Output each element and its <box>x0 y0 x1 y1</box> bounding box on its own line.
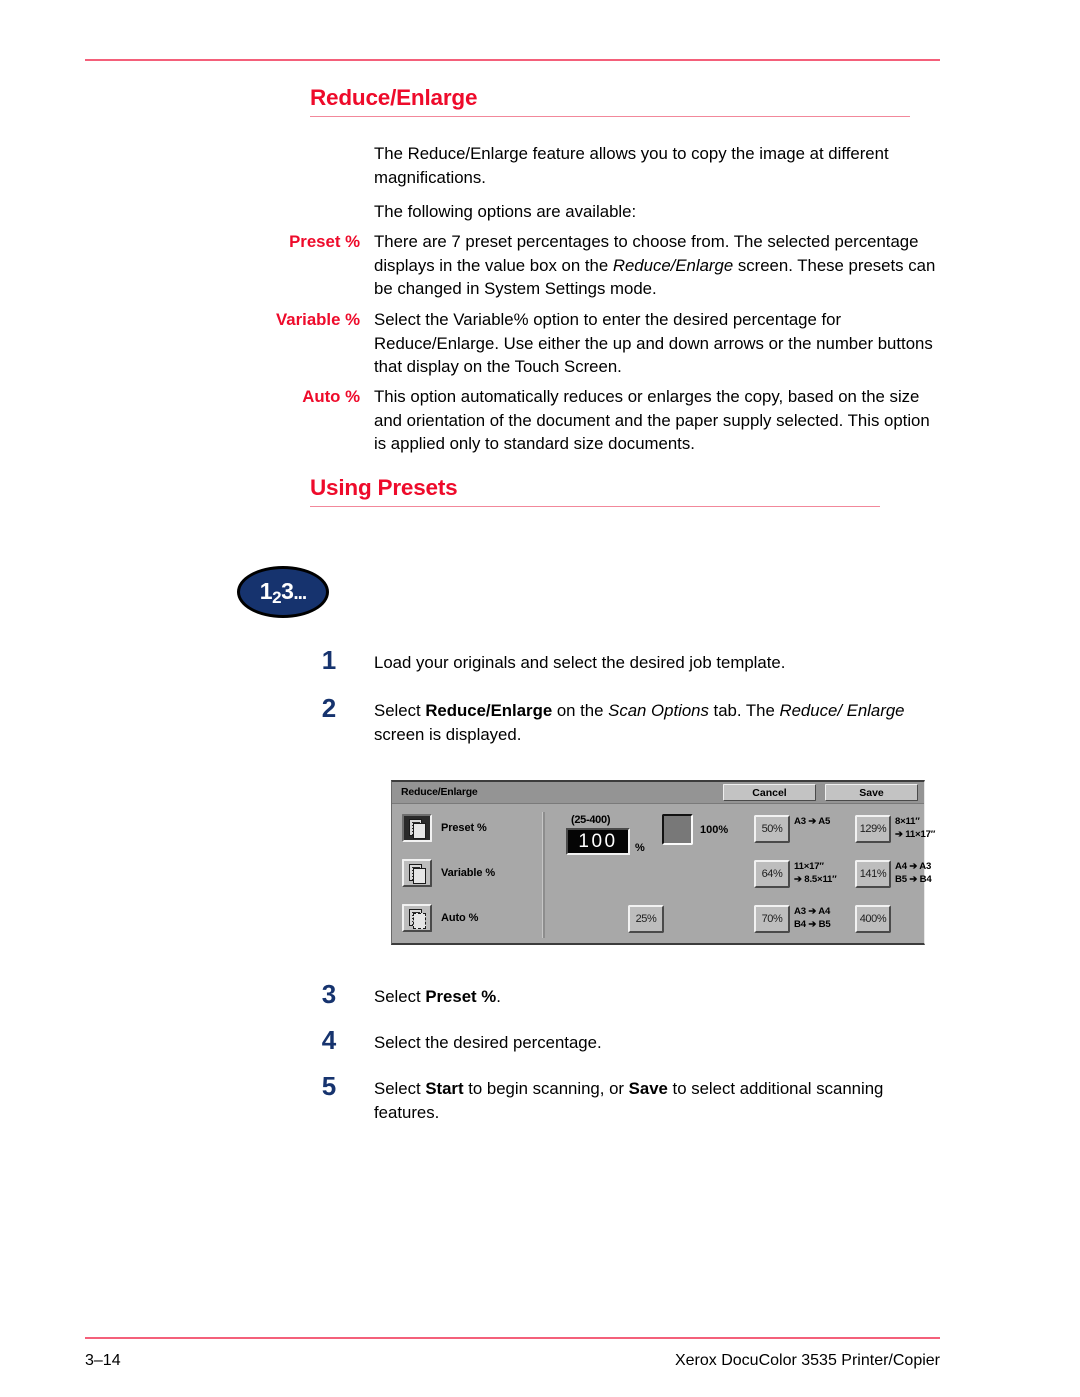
preset-400-button[interactable]: 400% <box>855 905 891 933</box>
value-range-label: (25-400) <box>571 814 611 826</box>
preset-100-percent-button[interactable] <box>662 814 693 845</box>
preset-141-ratio-line2: B5 ➔ B4 <box>895 873 932 885</box>
badge-digit-1: 1 <box>259 577 273 604</box>
badge-digit-2: 2 <box>272 587 282 607</box>
document-page: Reduce/Enlarge The Reduce/Enlarge featur… <box>0 0 1080 1397</box>
step-number-1: 1 <box>321 645 337 675</box>
option-desc-preset: There are 7 preset percentages to choose… <box>374 230 940 301</box>
option-term-auto: Auto % <box>302 387 360 406</box>
step-number-3: 3 <box>321 979 337 1009</box>
preset-64-ratio-line2: ➔ 8.5×11″ <box>794 873 837 885</box>
preset-70-ratio: A3 ➔ A4 B4 ➔ B5 <box>794 905 831 931</box>
preset-50-ratio: A3 ➔ A5 <box>794 815 830 829</box>
preset-64-button[interactable]: 64% <box>754 860 790 888</box>
option-desc-auto: This option automatically reduces or enl… <box>374 387 930 454</box>
preset-percent-icon <box>402 814 432 842</box>
procedure-badge-icon: 123... <box>237 566 329 618</box>
step-text-3: Select Preset %. <box>374 987 501 1006</box>
step-text-1: Load your originals and select the desir… <box>374 653 786 672</box>
heading-underline <box>310 115 910 118</box>
preset-25-group[interactable]: 25% <box>628 905 664 933</box>
heading-underline <box>310 505 880 508</box>
option-term-variable: Variable % <box>276 310 360 329</box>
step-text-2: Select Reduce/Enlarge on the Scan Option… <box>374 701 905 744</box>
option-desc-variable: Select the Variable% option to enter the… <box>374 310 933 377</box>
preset-64-group[interactable]: 64% 11×17″ ➔ 8.5×11″ <box>754 860 837 888</box>
preset-70-ratio-line1: A3 ➔ A4 <box>794 906 831 917</box>
percent-sign-label: % <box>635 842 645 854</box>
value-display-group: (25-400) 100 % <box>566 814 645 855</box>
step-number-5: 5 <box>321 1071 337 1101</box>
panel-body: Preset % Variable % Auto % (25-400) 100 … <box>392 804 935 946</box>
panel-title-bar: Reduce/Enlarge Cancel Save <box>392 782 924 804</box>
preset-100-percent-label: 100% <box>700 824 729 836</box>
preset-50-group[interactable]: 50% A3 ➔ A5 <box>754 815 830 843</box>
mode-label-variable: Variable % <box>441 867 496 879</box>
mode-button-auto[interactable]: Auto % <box>402 904 478 932</box>
preset-141-ratio: A4 ➔ A3 B5 ➔ B4 <box>895 860 932 886</box>
preset-400-group[interactable]: 400% <box>855 905 891 933</box>
step-text-5: Select Start to begin scanning, or Save … <box>374 1079 884 1122</box>
footer-rule <box>85 1337 940 1339</box>
option-desc-preset-italic: Reduce/Enlarge <box>612 255 734 275</box>
page-title: Reduce/Enlarge <box>310 85 478 110</box>
preset-64-ratio-line1: 11×17″ <box>794 861 824 872</box>
badge-ellipsis: ... <box>293 582 307 604</box>
auto-percent-icon <box>402 904 432 932</box>
section-heading-reduce-enlarge: Reduce/Enlarge <box>310 85 940 118</box>
mode-button-preset[interactable]: Preset % <box>402 814 487 842</box>
step-number-2: 2 <box>321 693 337 723</box>
mode-label-auto: Auto % <box>441 912 479 924</box>
percentage-value-display: 100 <box>566 828 630 855</box>
option-term-preset: Preset % <box>289 232 360 251</box>
cancel-button[interactable]: Cancel <box>723 784 816 801</box>
preset-141-group[interactable]: 141% A4 ➔ A3 B5 ➔ B4 <box>855 860 932 888</box>
section-heading-using-presets: Using Presets <box>310 475 940 508</box>
preset-100-percent-group[interactable]: 100% <box>662 814 728 845</box>
preset-129-button[interactable]: 129% <box>855 815 891 843</box>
save-button[interactable]: Save <box>825 784 918 801</box>
intro-paragraph-2: The following options are available: <box>374 202 637 221</box>
preset-70-button[interactable]: 70% <box>754 905 790 933</box>
preset-50-ratio-line1: A3 ➔ A5 <box>794 816 831 827</box>
preset-141-ratio-line1: A4 ➔ A3 <box>895 861 932 872</box>
preset-129-group[interactable]: 129% 8×11″ ➔ 11×17″ <box>855 815 935 843</box>
preset-70-group[interactable]: 70% A3 ➔ A4 B4 ➔ B5 <box>754 905 831 933</box>
preset-70-ratio-line2: B4 ➔ B5 <box>794 918 831 930</box>
footer-page-number: 3–14 <box>85 1352 121 1369</box>
step-text-4: Select the desired percentage. <box>374 1033 602 1052</box>
touch-screen-panel: Reduce/Enlarge Cancel Save Preset % Vari… <box>391 780 935 946</box>
intro-paragraph-1: The Reduce/Enlarge feature allows you to… <box>374 144 889 187</box>
preset-64-ratio: 11×17″ ➔ 8.5×11″ <box>794 860 837 886</box>
panel-title: Reduce/Enlarge <box>401 786 478 798</box>
header-rule <box>85 59 940 61</box>
preset-25-button[interactable]: 25% <box>628 905 664 933</box>
preset-141-button[interactable]: 141% <box>855 860 891 888</box>
mode-label-preset: Preset % <box>441 822 487 834</box>
footer-product-name: Xerox DocuColor 3535 Printer/Copier <box>674 1352 940 1369</box>
section-title: Using Presets <box>310 475 458 500</box>
preset-129-ratio-line1: 8×11″ <box>895 816 920 827</box>
procedure-badge-label: 123... <box>259 577 307 606</box>
step-number-4: 4 <box>321 1025 337 1055</box>
preset-129-ratio-line2: ➔ 11×17″ <box>895 828 936 840</box>
preset-50-button[interactable]: 50% <box>754 815 790 843</box>
panel-divider <box>542 812 545 938</box>
preset-129-ratio: 8×11″ ➔ 11×17″ <box>895 815 935 841</box>
badge-digit-3: 3 <box>281 577 294 604</box>
mode-button-variable[interactable]: Variable % <box>402 859 495 887</box>
variable-percent-icon <box>402 859 432 887</box>
